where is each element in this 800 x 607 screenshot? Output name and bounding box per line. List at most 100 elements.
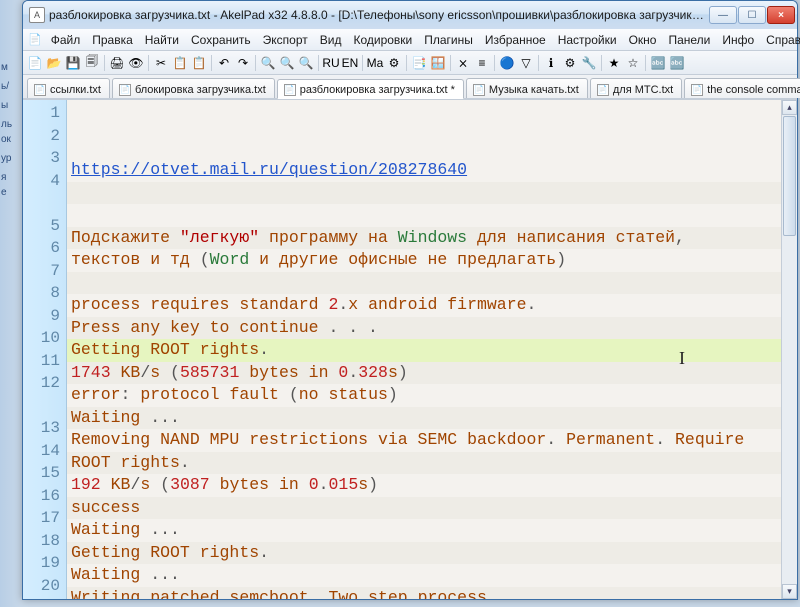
maximize-button[interactable]: ☐ [738,6,766,24]
document-tab[interactable]: 📄ссылки.txt [27,78,110,98]
toolbar-button[interactable]: ▽ [517,54,535,72]
text-editor[interactable]: I https://otvet.mail.ru/question/2082786… [67,100,781,599]
file-icon: 📄 [597,84,609,96]
token: Waiting [71,408,150,427]
separator [406,55,407,71]
token: . [180,453,190,472]
toolbar-button[interactable]: 👁 [127,54,145,72]
menu-вид[interactable]: Вид [314,31,348,49]
toolbar-button[interactable]: 🪟 [429,54,447,72]
editor-line[interactable]: 192 KB/s (3087 bytes in 0.015s) [67,474,781,497]
line-number: 13 [23,417,66,440]
menu-сохранить[interactable]: Сохранить [185,31,257,49]
toolbar-button[interactable]: 📋 [190,54,208,72]
scroll-down-button[interactable]: ▾ [782,584,797,599]
token: ... [150,408,180,427]
menu-панели[interactable]: Панели [662,31,716,49]
document-tab[interactable]: 📄Музыка качать.txt [466,78,588,98]
document-tab[interactable]: 📄для МТС.txt [590,78,682,98]
toolbar-button[interactable]: ⚙ [385,54,403,72]
toolbar-button[interactable]: ↶ [215,54,233,72]
token: 2 [328,295,338,314]
toolbar-button[interactable]: 📑 [410,54,428,72]
toolbar-button[interactable]: RU [322,54,340,72]
token: . [655,430,665,449]
editor-line[interactable]: ROOT rights. [67,452,781,475]
editor-line[interactable]: Waiting ... [67,407,781,430]
line-number: 18 [23,530,66,553]
menu-справка[interactable]: Справка [760,31,800,49]
token: . [259,340,269,359]
token: Waiting [71,565,150,584]
toolbar-button[interactable]: 🗐 [83,54,101,72]
scroll-up-button[interactable]: ▴ [782,100,797,115]
editor-line[interactable]: Writing patched semcboot. Two step proce… [67,587,781,600]
editor-line[interactable] [67,204,781,227]
close-button[interactable]: × [767,6,795,24]
editor-line[interactable]: Waiting ... [67,564,781,587]
titlebar[interactable]: A разблокировка загрузчика.txt - AkelPad… [23,1,797,29]
scroll-thumb[interactable] [783,116,796,236]
toolbar-button[interactable]: ☆ [624,54,642,72]
toolbar-button[interactable]: ⚙ [561,54,579,72]
toolbar-button[interactable]: 🔍 [259,54,277,72]
token: ... [150,565,180,584]
editor-line[interactable]: Waiting ... [67,519,781,542]
background-fragment: м [0,60,22,75]
toolbar-button[interactable]: ↷ [234,54,252,72]
toolbar-button[interactable]: ≡ [473,54,491,72]
toolbar-button[interactable]: ★ [605,54,623,72]
editor-line[interactable]: error: protocol fault (no status) [67,384,781,407]
editor-line[interactable]: 1743 KB/s (585731 bytes in 0.328s) [67,362,781,385]
toolbar-button[interactable]: 🖨 [108,54,126,72]
toolbar-button[interactable]: 🔍 [278,54,296,72]
menu-кодировки[interactable]: Кодировки [347,31,418,49]
editor-line[interactable] [67,182,781,205]
document-tab[interactable]: 📄разблокировка загрузчика.txt * [277,79,464,99]
menu-инфо[interactable]: Инфо [716,31,760,49]
token: . [338,295,348,314]
editor-line[interactable]: текстов и тд (Word и другие офисные не п… [67,249,781,272]
menu-найти[interactable]: Найти [139,31,185,49]
menu-окно[interactable]: Окно [623,31,663,49]
toolbar-button[interactable]: 📋 [171,54,189,72]
document-tab[interactable]: 📄блокировка загрузчика.txt [112,78,275,98]
toolbar-button[interactable]: ℹ [542,54,560,72]
editor-line[interactable]: Getting ROOT rights. [67,542,781,565]
toolbar-button[interactable]: 🔤 [668,54,686,72]
vertical-scrollbar[interactable]: ▴ ▾ [781,100,797,599]
separator [211,55,212,71]
editor-line[interactable] [67,272,781,295]
toolbar-button[interactable]: 🔍 [297,54,315,72]
menu-файл[interactable]: Файл [45,31,87,49]
editor-line[interactable]: Подскажите "легкую" программу на Windows… [67,227,781,250]
minimize-button[interactable]: — [709,6,737,24]
token: https://otvet.mail.ru/question/208278640 [71,160,467,179]
toolbar-button[interactable]: 🔤 [649,54,667,72]
editor-line[interactable]: https://otvet.mail.ru/question/208278640 [67,159,781,182]
menu-избранное[interactable]: Избранное [479,31,552,49]
separator [494,55,495,71]
toolbar-button[interactable]: 🔵 [498,54,516,72]
toolbar-button[interactable]: ✂ [152,54,170,72]
line-number: 1 [23,102,66,125]
toolbar-button[interactable]: 📂 [45,54,63,72]
editor-line[interactable]: Getting ROOT rights. [67,339,781,362]
editor-line[interactable]: Removing NAND MPU restrictions via SEMC … [67,429,781,452]
toolbar-button[interactable]: ⨯ [454,54,472,72]
toolbar-button[interactable]: EN [341,54,359,72]
toolbar-button[interactable]: Ma [366,54,384,72]
menu-правка[interactable]: Правка [86,31,139,49]
editor-line[interactable]: success [67,497,781,520]
toolbar-button[interactable]: 🔧 [580,54,598,72]
document-tab[interactable]: 📄the console command.txt [684,78,800,98]
toolbar-button[interactable]: 💾 [64,54,82,72]
line-number: 11 [23,350,66,373]
line-number: 2 [23,125,66,148]
editor-line[interactable]: Press any key to continue . . . [67,317,781,340]
menu-плагины[interactable]: Плагины [418,31,479,49]
menu-настройки[interactable]: Настройки [552,31,623,49]
menu-экспорт[interactable]: Экспорт [257,31,314,49]
toolbar-button[interactable]: 📄 [26,54,44,72]
editor-line[interactable]: process requires standard 2.x android fi… [67,294,781,317]
